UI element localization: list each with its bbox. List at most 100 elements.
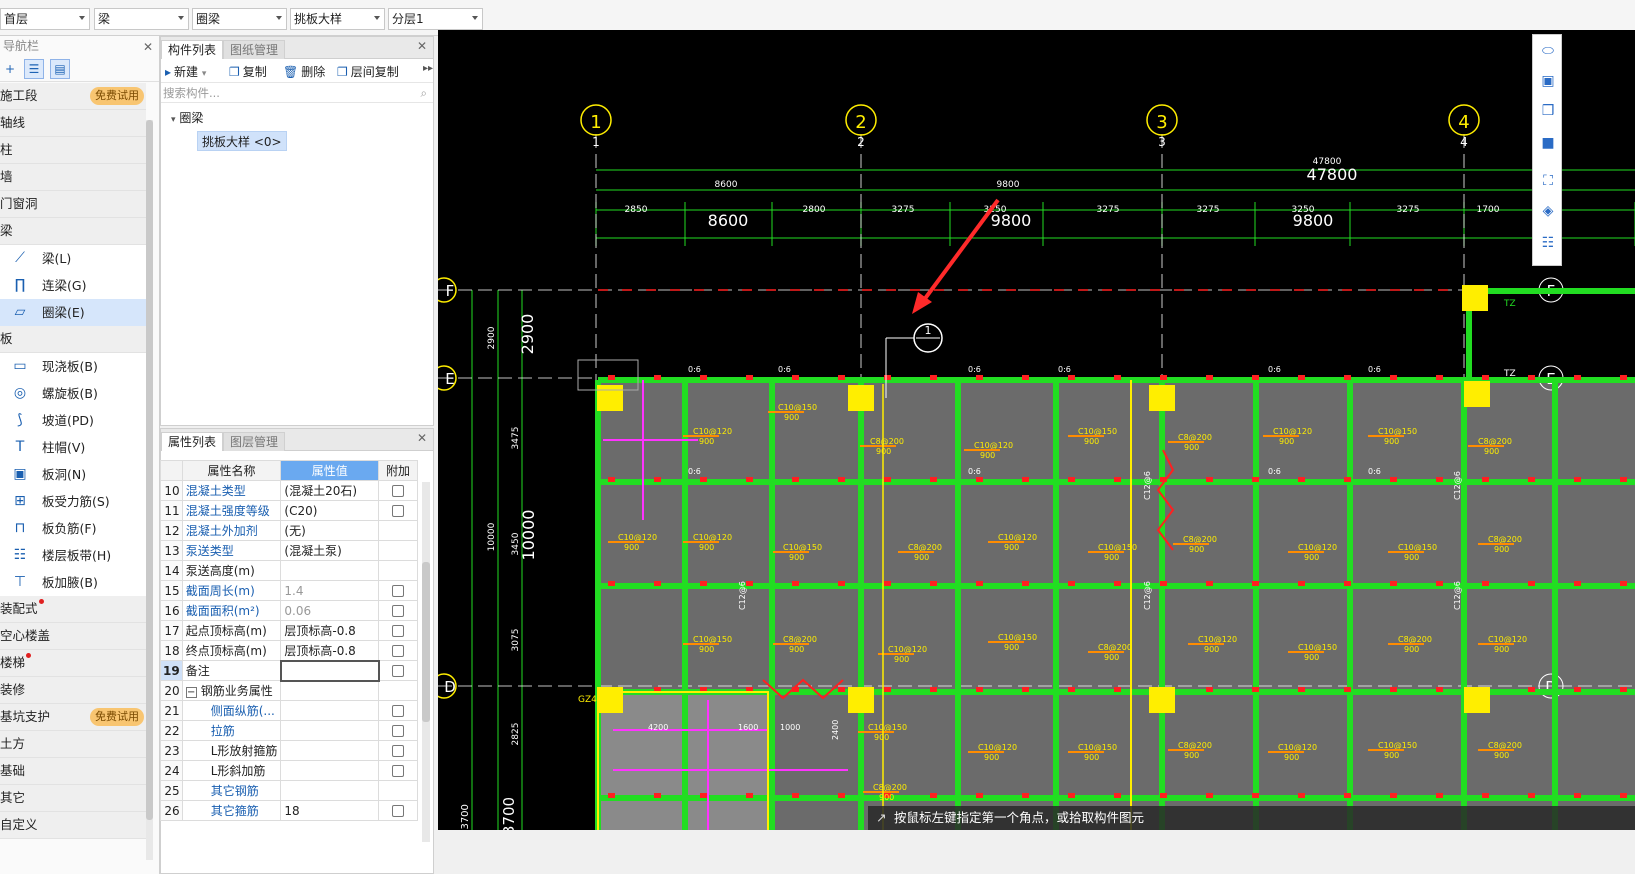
nav-category-bottom-4[interactable]: 基坑支护 免费试用	[0, 704, 146, 731]
nav-item-beam_items-1[interactable]: ∏ 连梁(G)	[0, 272, 146, 299]
extra-checkbox[interactable]	[392, 505, 405, 517]
extra-checkbox[interactable]	[392, 765, 405, 777]
nav-item-slab_items-1[interactable]: ◎ 螺旋板(B)	[0, 380, 146, 407]
property-row[interactable]: 25 其它钢筋	[160, 780, 418, 801]
property-value[interactable]	[280, 560, 380, 581]
property-row[interactable]: 15 截面周长(m) 1.4	[160, 580, 418, 601]
nav-item-slab_items-5[interactable]: ⊞ 板受力筋(S)	[0, 488, 146, 515]
nav-category-top-4[interactable]: 门窗洞	[0, 191, 146, 218]
nav-category-bottom-6[interactable]: 基础	[0, 758, 146, 785]
nav-category-bottom-7[interactable]: 其它	[0, 785, 146, 812]
tab-property-list[interactable]: 属性列表	[161, 432, 224, 451]
property-value[interactable]: 0.06	[280, 600, 380, 621]
property-row[interactable]: 14 泵送高度(m)	[160, 560, 418, 581]
nav-item-slab_items-2[interactable]: ⟆ 坡道(PD)	[0, 407, 146, 434]
extra-checkbox[interactable]	[392, 605, 405, 617]
property-row[interactable]: 26 其它箍筋 18	[160, 800, 418, 821]
property-value[interactable]: 1.4	[280, 580, 380, 601]
property-scrollbar-thumb[interactable]	[422, 562, 430, 722]
box-view-icon[interactable]: ❒	[1538, 101, 1558, 121]
component-select[interactable]: 挑板大样	[290, 8, 385, 30]
property-row[interactable]: 11 混凝土强度等级 (C20)	[160, 500, 418, 521]
property-row[interactable]: 12 混凝土外加剂 (无)	[160, 520, 418, 541]
close-icon[interactable]: ✕	[417, 39, 427, 53]
property-value[interactable]	[280, 740, 380, 761]
nav-category-bottom-1[interactable]: 空心楼盖	[0, 623, 146, 650]
property-row[interactable]: 17 起点顶标高(m) 层顶标高-0.8	[160, 620, 418, 641]
property-value[interactable]	[279, 659, 380, 682]
nav-category-bottom-2[interactable]: 楼梯	[0, 650, 146, 677]
property-value[interactable]: 18	[280, 800, 380, 821]
drawing-canvas[interactable]: 11223344FFEEDD47800478008600980098008600…	[438, 30, 1635, 874]
nav-item-slab_items-8[interactable]: ⊤ 板加腋(B)	[0, 569, 146, 596]
property-value[interactable]: (混凝土泵)	[280, 540, 380, 561]
extra-checkbox[interactable]	[392, 585, 405, 597]
nav-category-top-2[interactable]: 柱	[0, 137, 146, 164]
nav-category-bottom-0[interactable]: 装配式	[0, 596, 146, 623]
property-value[interactable]	[280, 700, 380, 721]
free-trial-badge[interactable]: 免费试用	[90, 87, 144, 105]
property-scrollbar[interactable]	[422, 482, 430, 842]
tree-child-selected[interactable]: 挑板大样 <0>	[197, 131, 287, 151]
delete-button[interactable]: 🗑 删除	[283, 63, 325, 80]
nav-category-bottom-8[interactable]: 自定义	[0, 812, 146, 839]
property-row[interactable]: 10 混凝土类型 (混凝土20石)	[160, 480, 418, 501]
extra-checkbox[interactable]	[392, 645, 405, 657]
component-search-input[interactable]: 搜索构件... ⌕	[161, 83, 433, 103]
detail-view-icon[interactable]: ▤	[50, 59, 70, 79]
property-row[interactable]: 23 L形放射箍筋	[160, 740, 418, 761]
layer-select[interactable]: 分层1	[388, 8, 483, 30]
free-trial-badge[interactable]: 免费试用	[90, 708, 144, 726]
nav-item-beam_items-2[interactable]: ▱ 圈梁(E)	[0, 299, 146, 326]
extra-checkbox[interactable]	[392, 745, 405, 757]
nav-category-top-5[interactable]: 梁	[0, 218, 146, 245]
property-row[interactable]: 20− 钢筋业务属性	[160, 680, 418, 701]
3d-view-icon[interactable]: ▣	[1538, 71, 1558, 91]
floor-copy-button[interactable]: ❐ 层间复制	[337, 63, 399, 80]
collapse-icon[interactable]: −	[185, 687, 197, 698]
add-icon[interactable]: +	[0, 59, 20, 79]
extra-checkbox[interactable]	[392, 625, 405, 637]
property-value[interactable]	[280, 680, 380, 701]
nav-item-slab_items-0[interactable]: ▭ 现浇板(B)	[0, 353, 146, 380]
property-row[interactable]: 13 泵送类型 (混凝土泵)	[160, 540, 418, 561]
search-icon[interactable]: ⌕	[421, 83, 427, 103]
nav-scrollbar[interactable]	[146, 120, 153, 860]
nav-category-top-0[interactable]: 施工段 免费试用	[0, 83, 146, 110]
cube-icon[interactable]: ◈	[1538, 201, 1558, 221]
extra-checkbox[interactable]	[392, 725, 405, 737]
property-value[interactable]: 层顶标高-0.8	[280, 640, 380, 661]
property-value[interactable]: (C20)	[280, 500, 380, 521]
nav-scrollbar-thumb[interactable]	[146, 120, 153, 820]
property-value[interactable]: 层顶标高-0.8	[280, 620, 380, 641]
cad-drawing[interactable]: 11223344FFEEDD47800478008600980098008600…	[438, 30, 1635, 874]
nav-item-slab_items-6[interactable]: ⊓ 板负筋(F)	[0, 515, 146, 542]
subtype-select[interactable]: 圈梁	[192, 8, 287, 30]
property-row[interactable]: 16 截面面积(m²) 0.06	[160, 600, 418, 621]
fit-screen-icon[interactable]: ⛶	[1538, 171, 1558, 191]
tree-root[interactable]: ▾ 圈梁	[171, 109, 203, 126]
property-value[interactable]: (混凝土20石)	[280, 480, 380, 501]
list-view-icon[interactable]: ☰	[24, 59, 44, 79]
nav-item-slab_items-3[interactable]: T 柱帽(V)	[0, 434, 146, 461]
nav-category-slab[interactable]: 板	[0, 326, 146, 353]
more-icon[interactable]: ▸▸	[423, 63, 433, 74]
tab-component-list[interactable]: 构件列表	[161, 40, 224, 59]
orbit-icon[interactable]: ⬭	[1538, 41, 1558, 61]
nav-item-beam_items-0[interactable]: ⟋ 梁(L)	[0, 245, 146, 272]
extra-checkbox[interactable]	[392, 805, 405, 817]
nav-category-top-1[interactable]: 轴线	[0, 110, 146, 137]
collapse-icon[interactable]: ▾	[171, 115, 176, 125]
property-row[interactable]: 22 拉筋	[160, 720, 418, 741]
new-button[interactable]: ▸ 新建 ▾	[165, 63, 206, 80]
property-row[interactable]: 18 终点顶标高(m) 层顶标高-0.8	[160, 640, 418, 661]
floor-select[interactable]: 首层	[0, 8, 90, 30]
copy-button[interactable]: ❐ 复制	[229, 63, 267, 80]
solid-view-icon[interactable]: ■	[1538, 133, 1558, 153]
close-icon[interactable]: ✕	[143, 37, 153, 57]
tab-drawing-management[interactable]: 图纸管理	[223, 40, 286, 59]
property-row[interactable]: 24 L形斜加筋	[160, 760, 418, 781]
extra-checkbox[interactable]	[392, 485, 405, 497]
tab-layer-management[interactable]: 图层管理	[223, 432, 286, 451]
extra-checkbox[interactable]	[392, 665, 405, 677]
